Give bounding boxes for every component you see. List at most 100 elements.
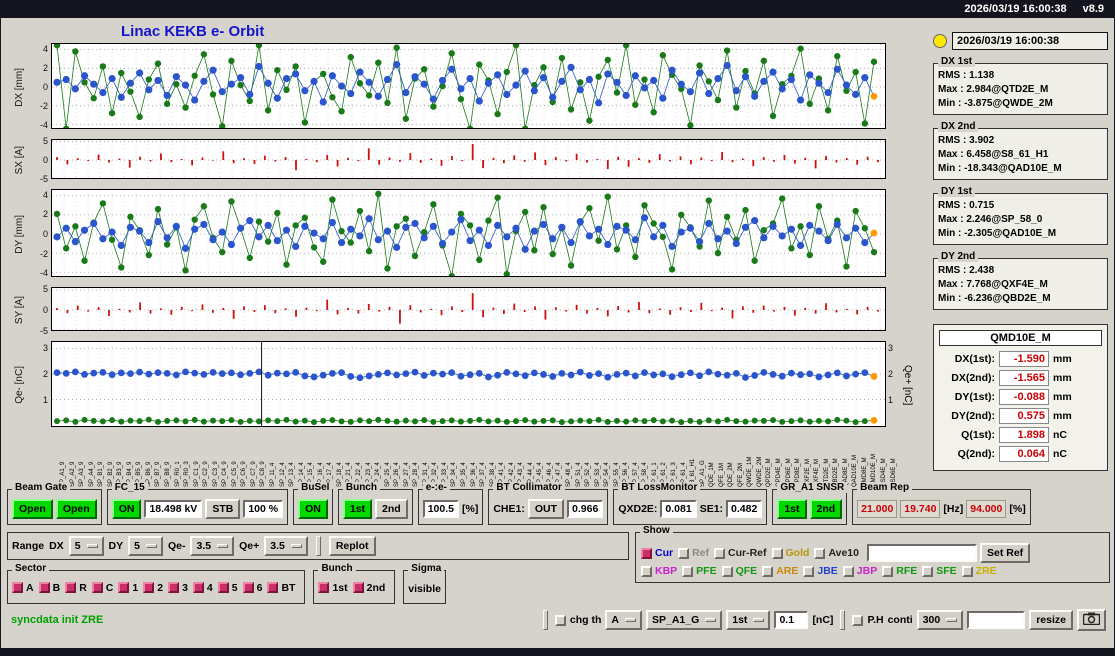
bunch-2nd-button[interactable]: 2nd [375, 499, 408, 519]
checkbox[interactable] [721, 565, 733, 577]
snsr-2nd-button[interactable]: 2nd [809, 499, 843, 519]
range-dy-select[interactable]: 5 [128, 536, 163, 556]
bpm-label: SP_61_2 [661, 462, 668, 487]
show-checkbox-cur-ref[interactable]: Cur-Ref [714, 547, 767, 559]
busel-on-button[interactable]: ON [298, 499, 328, 519]
checkbox[interactable] [882, 565, 894, 577]
show-checkbox-zre[interactable]: ZRE [961, 565, 997, 577]
checkbox[interactable] [318, 582, 330, 593]
device-select[interactable]: SP_A1_G [645, 610, 723, 630]
checkbox[interactable] [267, 582, 279, 593]
monitor-name[interactable]: QMD10E_M [939, 330, 1102, 346]
bunch-1st-button[interactable]: 1st [342, 499, 373, 519]
checkbox[interactable] [352, 582, 364, 593]
checkbox[interactable] [814, 547, 826, 559]
sx-plot[interactable] [51, 139, 886, 179]
checkbox[interactable] [38, 582, 50, 593]
range-dx-select[interactable]: 5 [68, 536, 104, 556]
checkbox[interactable] [168, 582, 180, 593]
checkbox[interactable] [771, 547, 783, 559]
q-plot[interactable] [51, 341, 886, 427]
show-checkbox-gold[interactable]: Gold [771, 547, 809, 559]
sector-checkbox-2[interactable]: 2 [143, 582, 163, 594]
set-ref-button[interactable]: Set Ref [980, 543, 1031, 563]
checkbox[interactable] [91, 582, 103, 593]
show-checkbox-jbp[interactable]: JBP [842, 565, 877, 577]
checkbox[interactable] [961, 565, 973, 577]
bpm-label: SP_C8_9 [260, 461, 267, 487]
bunch-checkbox-2nd[interactable]: 2nd [352, 582, 385, 594]
checkbox[interactable] [641, 565, 652, 577]
beam-gate-open-2-button[interactable]: Open [55, 499, 97, 519]
bunch-checkbox-1st[interactable]: 1st [318, 582, 348, 594]
sigma-visible-toggle[interactable]: visible [408, 583, 441, 595]
sector-checkbox-a[interactable]: A [12, 582, 34, 594]
checkbox[interactable] [922, 565, 934, 577]
free-entry-input[interactable] [967, 611, 1026, 629]
checkbox[interactable] [714, 547, 726, 559]
beam-gate-open-1-button[interactable]: Open [12, 499, 53, 519]
show-checkbox-jbe[interactable]: JBE [803, 565, 838, 577]
set-ref-input[interactable] [867, 544, 977, 562]
sy-plot[interactable] [51, 287, 886, 331]
sector-checkbox-1[interactable]: 1 [118, 582, 138, 594]
sector-checkbox-b[interactable]: B [38, 582, 60, 594]
sector-checkbox-bt[interactable]: BT [267, 582, 295, 594]
sector-checkbox-c[interactable]: C [91, 582, 113, 594]
fc15-stb-button[interactable]: STB [205, 499, 241, 519]
sector-checkbox-3[interactable]: 3 [168, 582, 188, 594]
sector-checkbox-4[interactable]: 4 [192, 582, 213, 594]
range-dx-label: DX [49, 540, 64, 552]
fc15-on-button[interactable]: ON [111, 499, 142, 519]
checkbox[interactable] [682, 565, 694, 577]
checkbox[interactable] [118, 582, 130, 593]
show-checkbox-ave10[interactable]: Ave10 [814, 547, 859, 559]
checkbox[interactable] [65, 582, 77, 593]
checkbox[interactable] [242, 582, 254, 593]
checkbox[interactable] [641, 547, 652, 559]
show-checkbox-kbp[interactable]: KBP [641, 565, 677, 577]
checkbox[interactable] [192, 582, 204, 593]
fc15-group: FC_15 ON 18.498 kV STB 100 % [106, 482, 289, 525]
stats-group-label: DX 1st [938, 56, 976, 67]
show-checkbox-qfe[interactable]: QFE [721, 565, 757, 577]
threshold-input[interactable] [774, 611, 809, 629]
show-checkbox-ref[interactable]: Ref [678, 547, 709, 559]
snsr-1st-button[interactable]: 1st [777, 499, 807, 519]
range-qe-minus-select[interactable]: 3.5 [190, 536, 235, 556]
y-tick-label-right: 1 [888, 394, 894, 405]
chg-th-checkbox[interactable] [554, 614, 566, 626]
dy-plot[interactable] [51, 189, 886, 277]
che1-out-button[interactable]: OUT [527, 499, 565, 519]
range-qe-plus-label: Qe+ [239, 540, 260, 552]
range-qe-plus-select[interactable]: 3.5 [264, 536, 308, 556]
checkbox[interactable] [842, 565, 854, 577]
checkbox[interactable] [678, 547, 690, 559]
dx-plot[interactable] [51, 43, 886, 129]
replot-button[interactable]: Replot [328, 536, 376, 556]
show-checkbox-are[interactable]: ARE [762, 565, 798, 577]
show-checkbox-cur[interactable]: Cur [641, 547, 673, 559]
bunch-select[interactable]: 1st [726, 610, 771, 630]
show-checkbox-pfe[interactable]: PFE [682, 565, 717, 577]
checkbox[interactable] [762, 565, 774, 577]
show-checkbox-rfe[interactable]: RFE [882, 565, 917, 577]
sector-checkbox-6[interactable]: 6 [242, 582, 262, 594]
bpm-label: QWDE_1M [747, 456, 754, 487]
checkbox[interactable] [803, 565, 815, 577]
sector-checkbox-5[interactable]: 5 [217, 582, 238, 594]
count-select[interactable]: 300 [916, 610, 964, 630]
checkbox[interactable] [12, 582, 23, 593]
beam-rep-duty: 94.000 [966, 500, 1007, 518]
checkbox[interactable] [143, 582, 155, 593]
ph-checkbox[interactable] [852, 614, 864, 626]
sector-checkbox-r[interactable]: R [65, 582, 87, 594]
checkbox[interactable] [217, 582, 229, 593]
show-checkbox-sfe[interactable]: SFE [922, 565, 957, 577]
screenshot-button[interactable] [1077, 609, 1106, 631]
sector-checkbox-label: BT [281, 581, 296, 594]
monitor-group-select[interactable]: A [605, 610, 642, 630]
resize-button[interactable]: resize [1029, 610, 1073, 630]
bpm-label: SP_14_4 [298, 462, 305, 487]
bunch-checkboxes: 1st 2nd [318, 580, 390, 598]
